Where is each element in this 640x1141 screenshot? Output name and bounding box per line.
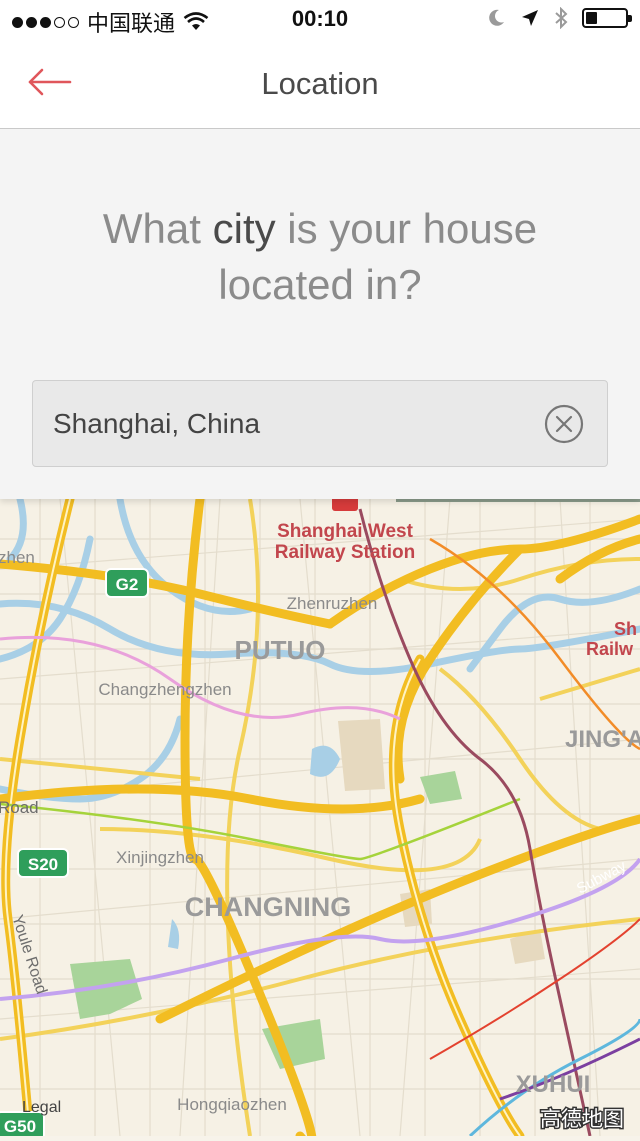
status-bar: 中国联通 00:10 <box>0 0 640 40</box>
battery-level <box>586 12 597 24</box>
question-heading: What city is your house located in? <box>60 201 580 313</box>
map-label-road-partial: Road <box>0 798 39 817</box>
location-arrow-icon <box>522 10 538 26</box>
map-legal-link[interactable]: Legal <box>22 1099 61 1116</box>
shield-g2-label: G2 <box>116 575 139 594</box>
map-view[interactable]: G2 S20 G50 Shanghai West Railway Station… <box>0 493 640 1141</box>
status-right <box>486 7 632 29</box>
map-label-changzhengzhen: Changzhengzhen <box>98 680 231 699</box>
campus-area <box>338 719 385 791</box>
map-label-jingan: JING'A <box>565 726 640 753</box>
map-label-putuo: PUTUO <box>235 635 326 665</box>
question-highlight: city <box>212 205 276 252</box>
shield-g50-label: G50 <box>4 1117 36 1136</box>
city-input[interactable]: Shanghai, China <box>32 380 608 467</box>
page-title: Location <box>261 66 379 101</box>
question-panel: What city is your house located in? Shan… <box>0 129 640 499</box>
map-label-zhenruzhen: Zhenruzhen <box>287 594 378 613</box>
map-label-xinjingzhen: Xinjingzhen <box>116 848 204 867</box>
map-label-zhen-partial: zhen <box>0 548 35 567</box>
navigation-bar: Location <box>0 40 640 129</box>
do-not-disturb-moon-icon <box>489 9 504 26</box>
panel-shadow-strip <box>396 499 640 502</box>
map-label-sh-partial: Sh <box>614 619 637 639</box>
bluetooth-icon <box>555 7 568 29</box>
map-label-station-line1: Shanghai West <box>277 521 414 542</box>
battery-icon <box>582 8 632 28</box>
map-label-station-line2: Railway Station <box>275 542 415 563</box>
question-prefix: What <box>102 205 213 252</box>
map-provider-logo: 高德地图 <box>540 1108 624 1131</box>
clear-button[interactable] <box>543 403 585 445</box>
highway-shield-s20: S20 <box>17 848 69 878</box>
clear-circle-x-icon <box>544 404 584 444</box>
shield-s20-label: S20 <box>28 855 58 874</box>
map-canvas[interactable]: G2 S20 G50 Shanghai West Railway Station… <box>0 493 640 1141</box>
city-input-value[interactable]: Shanghai, China <box>53 408 260 440</box>
map-label-changning: CHANGNING <box>185 892 352 922</box>
map-label-hongqiaozhen: Hongqiaozhen <box>177 1095 287 1114</box>
railway-station-marker-icon[interactable] <box>332 493 358 511</box>
highway-shield-g2: G2 <box>105 568 149 598</box>
map-label-xuhui: XUHUI <box>516 1071 591 1098</box>
map-label-railw-partial: Railw <box>586 639 634 659</box>
